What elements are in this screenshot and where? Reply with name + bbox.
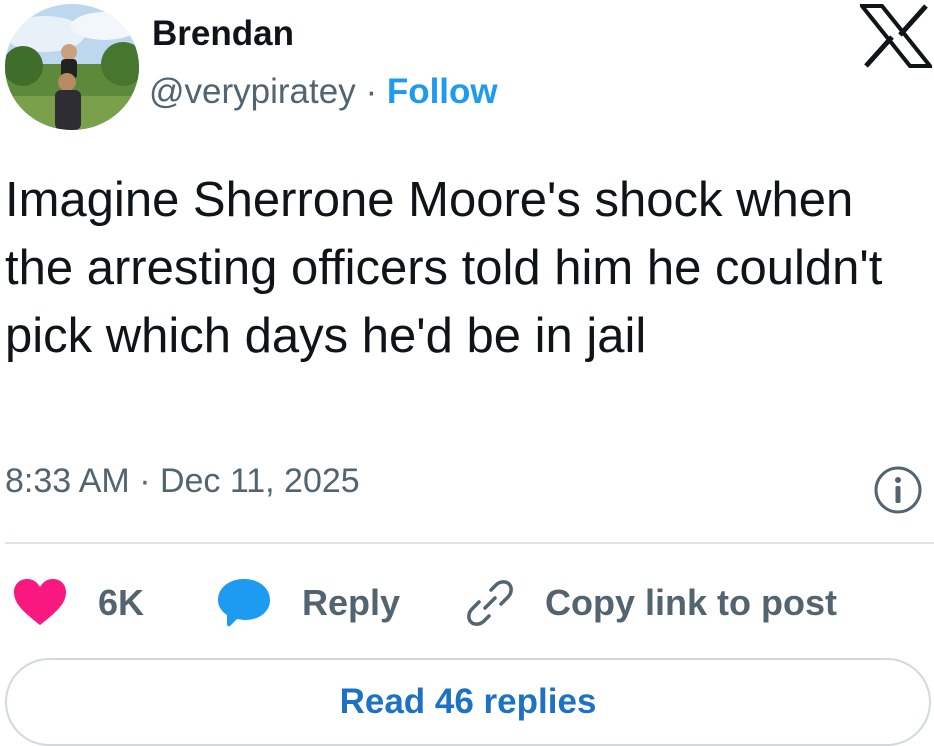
tweet-text: Imagine Sherrone Moore's shock when the … [5, 173, 883, 363]
author-handle-row: @verypiratey · Follow [149, 72, 498, 112]
copy-link-button[interactable]: Copy link to post [465, 575, 837, 631]
author-handle[interactable]: @verypiratey [149, 72, 356, 111]
reply-label: Reply [302, 582, 401, 623]
timestamp[interactable]: 8:33 AM · Dec 11, 2025 [5, 462, 360, 501]
avatar[interactable] [5, 4, 139, 130]
like-count: 6K [98, 582, 145, 623]
reply-button[interactable]: Reply [216, 575, 400, 631]
action-bar: 6K Reply Copy link to post [0, 575, 934, 631]
x-logo-icon[interactable] [857, 4, 934, 68]
divider [5, 542, 934, 544]
read-replies-button[interactable]: Read 46 replies [5, 658, 931, 746]
follow-button[interactable]: Follow [387, 72, 498, 111]
info-icon[interactable] [873, 465, 923, 515]
speech-bubble-icon [218, 579, 270, 627]
separator: · [365, 72, 378, 111]
author-name[interactable]: Brendan [152, 14, 294, 54]
link-icon [467, 580, 513, 626]
heart-icon [14, 579, 66, 625]
copy-link-label: Copy link to post [545, 582, 837, 623]
like-button[interactable]: 6K [12, 575, 144, 631]
